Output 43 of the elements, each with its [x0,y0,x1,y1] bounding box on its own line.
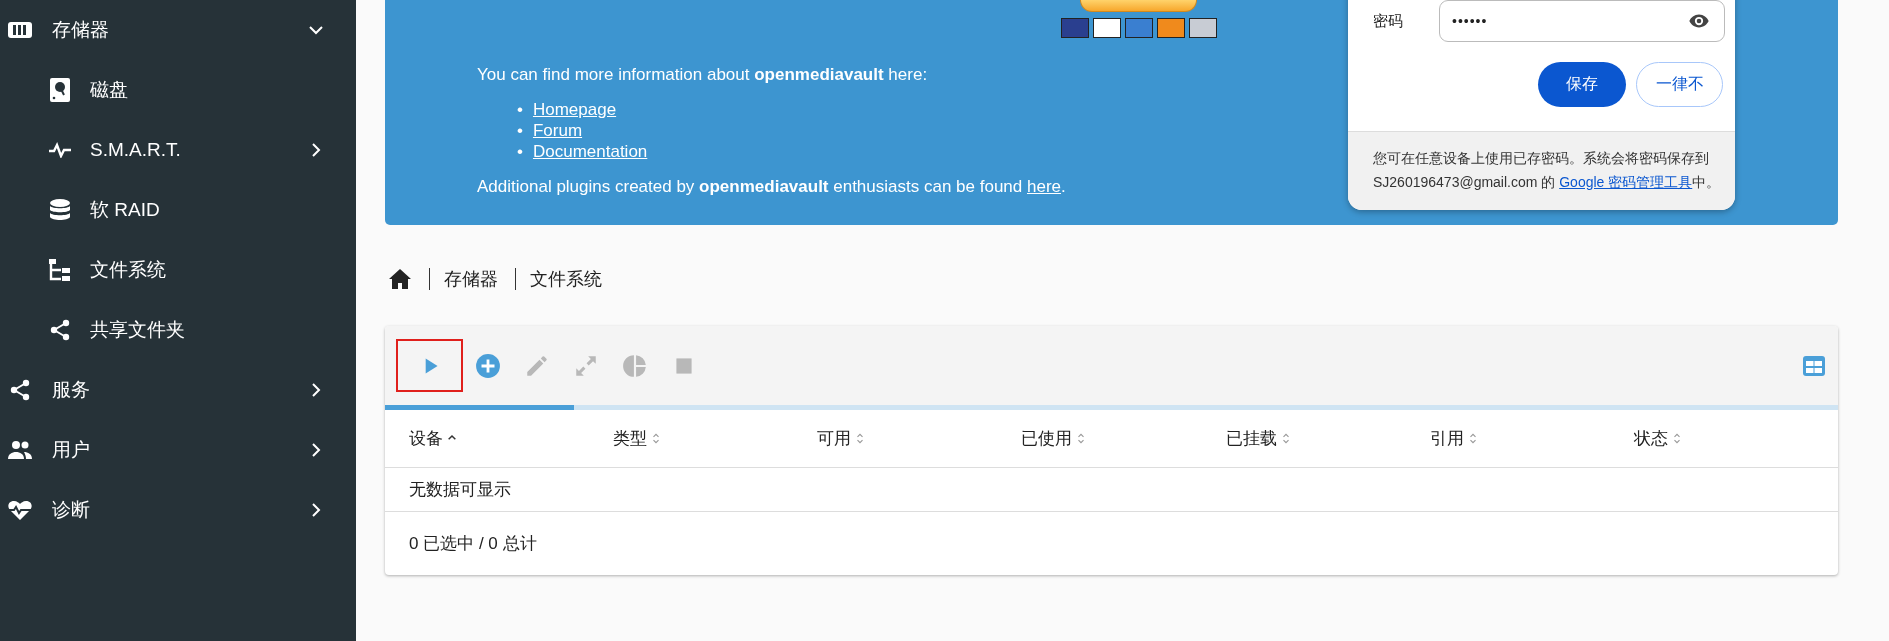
donate-button[interactable] [1080,0,1197,12]
sort-icon[interactable] [651,432,662,445]
column-header[interactable]: 已挂载 [1225,427,1277,450]
sidebar-item[interactable]: 诊断 [0,480,356,540]
bullet: • [517,100,523,119]
home-icon[interactable] [388,268,412,290]
breadcrumb-item[interactable]: 存储器 [444,267,498,291]
pie-chart-icon [621,352,648,379]
sort-icon[interactable] [1671,432,1682,445]
bullet: • [517,142,523,161]
plugins-text: Additional plugins created by openmediavault enthusiasts can be found here. [477,176,1066,198]
sidebar-item[interactable]: 文件系统 [0,240,356,300]
column-header[interactable]: 引用 [1429,427,1464,450]
column-header[interactable]: 设备 [409,427,443,450]
sort-icon[interactable] [1280,432,1291,445]
bullet: • [517,121,523,140]
plus-circle-icon [474,352,501,379]
sort-icon[interactable] [1467,432,1478,445]
column-header[interactable]: 已使用 [1021,427,1073,450]
link[interactable]: Google 密码管理工具 [1559,174,1693,190]
sidebar-item[interactable]: 服务 [0,360,356,420]
save-button[interactable]: 保存 [1538,62,1626,107]
column-header[interactable]: 可用 [817,427,852,450]
sort-icon[interactable] [855,432,866,445]
never-button[interactable]: 一律不 [1636,62,1723,107]
sort-icon[interactable] [1076,432,1087,445]
password-field[interactable]: •••••• [1439,0,1725,42]
sidebar-item[interactable]: 磁盘 [0,60,356,120]
sidebar-item[interactable]: S.M.A.R.T. [0,120,356,180]
sidebar-item[interactable]: 软 RAID [0,180,356,240]
selection-count: 0 已选中 / 0 总计 [408,533,538,555]
sidebar-item[interactable]: 存储器 [0,0,356,60]
empty-message: 无数据可显示 [385,468,1838,512]
password-label: 密码 [1373,11,1404,31]
column-header[interactable]: 状态 [1633,427,1668,450]
column-header[interactable]: 类型 [613,427,648,450]
table-layout-icon[interactable] [1802,354,1826,377]
sidebar-item[interactable]: 用户 [0,420,356,480]
sync-note: 您可在任意设备上使用已存密码。系统会将密码保存到 SJ260196473@gmail.com 的 Google 密码管理工具中。 [1373,149,1722,192]
info-text: You can find more information about openmediavault here: [477,64,928,86]
breadcrumb-item[interactable]: 文件系统 [530,267,602,291]
play-button[interactable] [396,339,463,392]
sidebar-item[interactable]: 共享文件夹 [0,300,356,360]
